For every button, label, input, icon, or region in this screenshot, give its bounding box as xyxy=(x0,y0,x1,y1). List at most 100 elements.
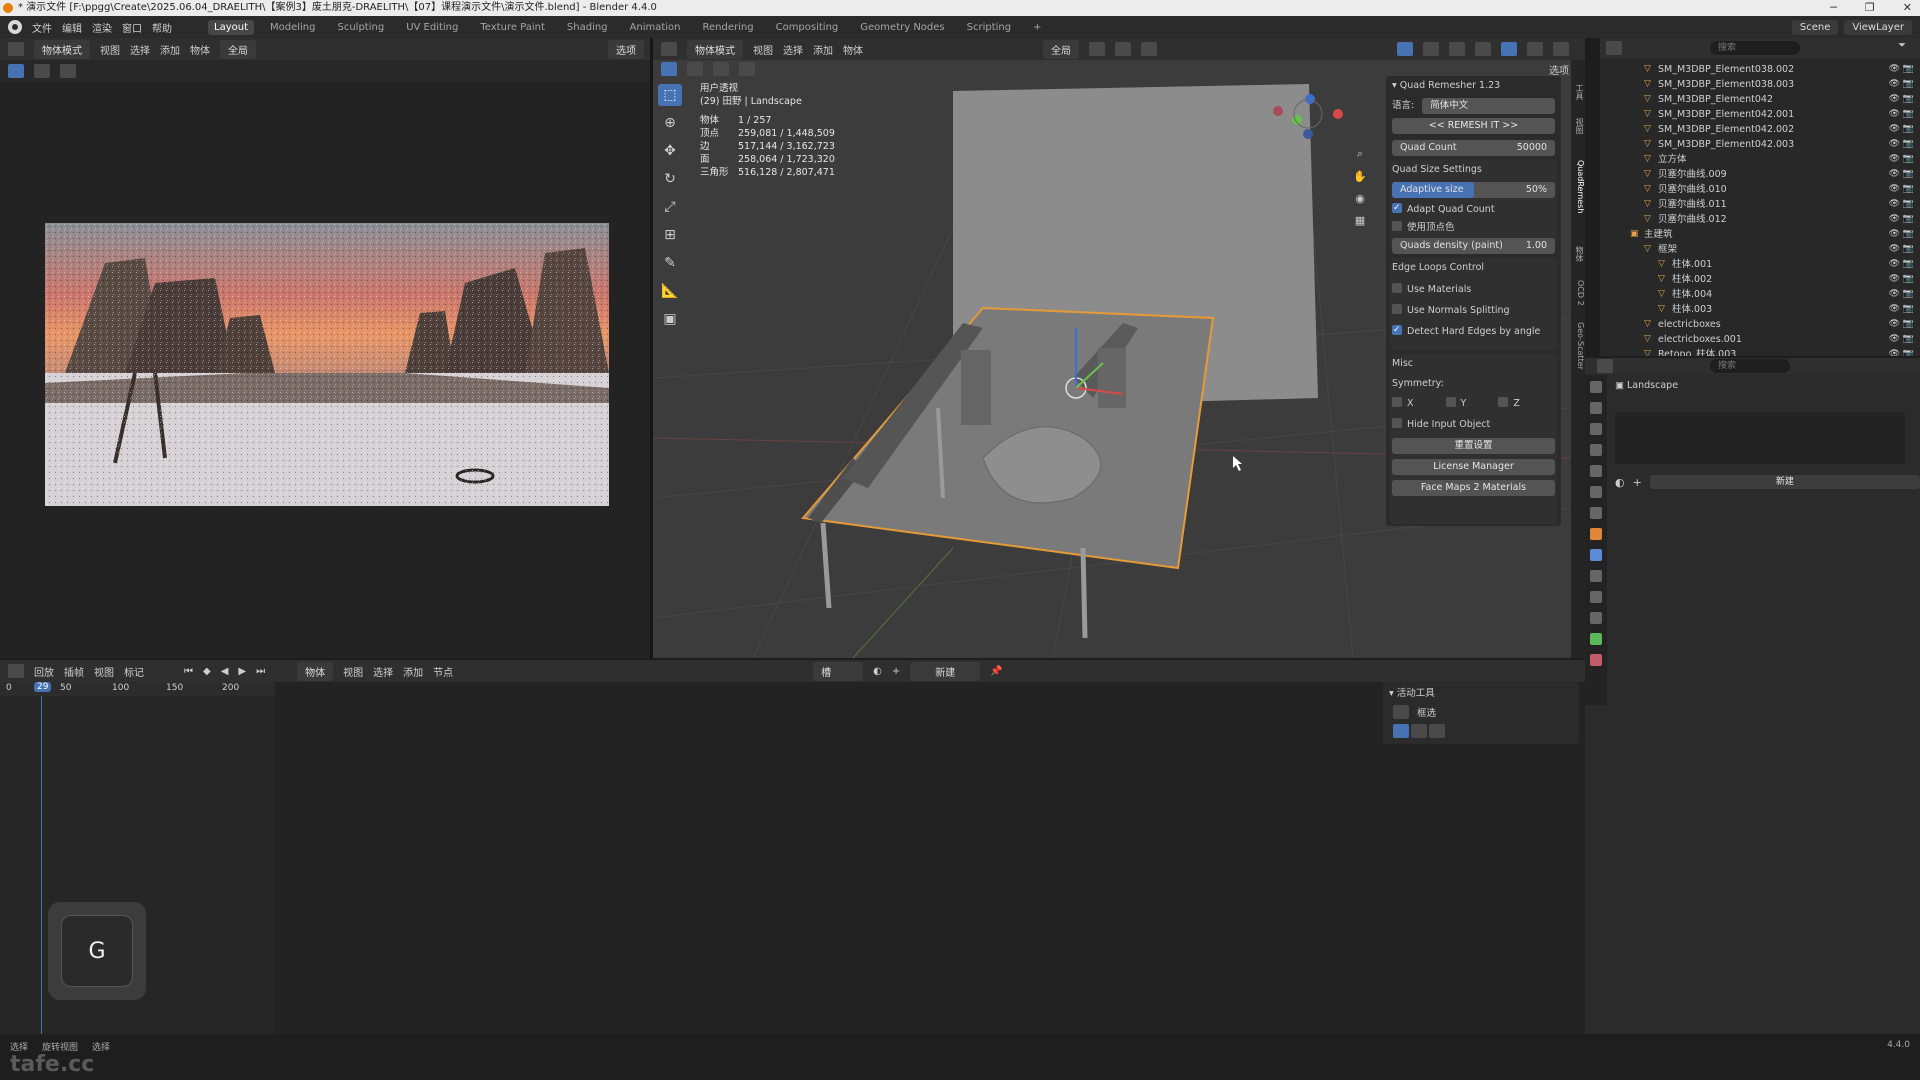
use-vertex-color-checkbox[interactable]: 使用顶点色 xyxy=(1392,220,1555,236)
side-tab-view[interactable]: 视图 xyxy=(1571,118,1585,134)
shader-material-icon[interactable]: ◐ xyxy=(873,666,882,677)
transform-tool-icon[interactable]: ⊞ xyxy=(658,224,682,246)
viewport-options[interactable]: 选项 xyxy=(1549,62,1569,77)
visibility-eye-icon[interactable]: 👁 xyxy=(1889,332,1900,347)
menu-edit[interactable]: 编辑 xyxy=(62,20,82,35)
render-camera-icon[interactable]: 📷 xyxy=(1903,242,1914,257)
left-menu-add[interactable]: 添加 xyxy=(160,42,180,57)
timeline-editor-type-icon[interactable] xyxy=(8,664,24,678)
particles-props-icon[interactable] xyxy=(1590,570,1602,582)
render-camera-icon[interactable]: 📷 xyxy=(1903,287,1914,302)
shader-mode-dropdown[interactable]: 物体 xyxy=(297,661,334,681)
left-options-dropdown[interactable]: 选项 xyxy=(608,39,644,59)
viewport-mode-dropdown[interactable]: 物体模式 xyxy=(687,39,743,59)
reset-settings-button[interactable]: 重置设置 xyxy=(1392,438,1555,454)
tool-props-icon[interactable] xyxy=(1590,381,1602,393)
outliner-item[interactable]: ▽ 框架 👁 📷 xyxy=(1600,242,1920,257)
tab-layout[interactable]: Layout xyxy=(208,19,254,35)
visibility-eye-icon[interactable]: 👁 xyxy=(1889,272,1900,287)
viewport-orientation-dropdown[interactable]: 全局 xyxy=(1043,39,1079,59)
scene-props-icon[interactable] xyxy=(1590,465,1602,477)
outliner-editor-type-icon[interactable] xyxy=(1606,41,1622,55)
render-camera-icon[interactable]: 📷 xyxy=(1903,197,1914,212)
slot-dropdown[interactable]: 槽 xyxy=(813,661,864,681)
shading-wireframe-icon[interactable] xyxy=(1475,42,1491,56)
properties-search-input[interactable]: 搜索 xyxy=(1710,359,1790,373)
move-tool-icon[interactable]: ✥ xyxy=(658,140,682,162)
view-layer-props-icon[interactable] xyxy=(1590,444,1602,456)
visibility-eye-icon[interactable]: 👁 xyxy=(1889,287,1900,302)
current-frame-indicator[interactable]: 29 xyxy=(34,682,52,692)
viewport-menu-add[interactable]: 添加 xyxy=(813,42,833,57)
properties-editor-type-icon[interactable] xyxy=(1597,359,1613,373)
constraints-props-icon[interactable] xyxy=(1590,612,1602,624)
add-workspace-button[interactable]: + xyxy=(1027,20,1047,35)
shader-add-icon[interactable]: + xyxy=(892,666,900,677)
outliner-item[interactable]: ▽ SM_M3DBP_Element038.003 👁 📷 xyxy=(1600,77,1920,92)
snap-icon[interactable] xyxy=(1115,42,1131,56)
pivot-point-icon[interactable] xyxy=(1089,42,1105,56)
add-cube-tool-icon[interactable]: ▣ xyxy=(658,308,682,330)
shader-new-button[interactable]: 新建 xyxy=(910,661,981,681)
material-props-icon[interactable] xyxy=(1590,654,1602,666)
outliner-item[interactable]: ▽ 柱体.001 👁 📷 xyxy=(1600,257,1920,272)
tab-shading[interactable]: Shading xyxy=(561,20,614,35)
menu-render[interactable]: 渲染 xyxy=(92,20,112,35)
left-menu-object[interactable]: 物体 xyxy=(190,42,210,57)
vp-select-subtract-icon[interactable] xyxy=(713,62,729,76)
quad-remesher-header[interactable]: ▾ Quad Remesher 1.23 xyxy=(1392,78,1555,94)
scene-selector[interactable]: Scene xyxy=(1791,19,1839,35)
left-menu-view[interactable]: 视图 xyxy=(100,42,120,57)
render-camera-icon[interactable]: 📷 xyxy=(1903,152,1914,167)
vp-select-extend-icon[interactable] xyxy=(687,62,703,76)
select-mode-extend-icon[interactable] xyxy=(60,64,76,78)
face-maps-button[interactable]: Face Maps 2 Materials xyxy=(1392,480,1555,496)
outliner-item[interactable]: ▽ 立方体 👁 📷 xyxy=(1600,152,1920,167)
outliner-search-input[interactable]: 搜索 xyxy=(1710,41,1800,55)
shader-menu-node[interactable]: 节点 xyxy=(433,664,453,679)
proportional-edit-icon[interactable] xyxy=(1141,42,1157,56)
render-camera-icon[interactable]: 📷 xyxy=(1903,227,1914,242)
visibility-eye-icon[interactable]: 👁 xyxy=(1889,62,1900,77)
select-tool-icon[interactable]: ⬚ xyxy=(658,84,682,106)
tab-sculpting[interactable]: Sculpting xyxy=(332,20,391,35)
adapt-quad-count-checkbox[interactable]: Adapt Quad Count xyxy=(1392,200,1555,218)
outliner-item[interactable]: ▽ 柱体.004 👁 📷 xyxy=(1600,287,1920,302)
visibility-eye-icon[interactable]: 👁 xyxy=(1889,227,1900,242)
menu-file[interactable]: 文件 xyxy=(32,20,52,35)
overlay-toggle-icon[interactable] xyxy=(1423,42,1439,56)
timeline-menu-view[interactable]: 视图 xyxy=(94,664,114,679)
play-reverse-icon[interactable]: ◀ xyxy=(221,666,229,677)
side-tab-tool[interactable]: 工具 xyxy=(1571,84,1585,100)
outliner-item[interactable]: ▽ SM_M3DBP_Element042 👁 📷 xyxy=(1600,92,1920,107)
vp-select-box-icon[interactable] xyxy=(661,62,677,76)
visibility-eye-icon[interactable]: 👁 xyxy=(1889,317,1900,332)
render-camera-icon[interactable]: 📷 xyxy=(1903,182,1914,197)
ortho-grid-icon[interactable]: ▦ xyxy=(1352,212,1368,228)
outliner-item[interactable]: ▽ SM_M3DBP_Element042.002 👁 📷 xyxy=(1600,122,1920,137)
adaptive-size-slider[interactable]: Adaptive size 50% xyxy=(1392,182,1555,198)
timeline-menu-keying[interactable]: 插帧 xyxy=(64,664,84,679)
visibility-eye-icon[interactable]: 👁 xyxy=(1889,152,1900,167)
tab-scripting[interactable]: Scripting xyxy=(961,20,1017,35)
render-props-icon[interactable] xyxy=(1590,402,1602,414)
timeline-menu-playback[interactable]: 回放 xyxy=(34,664,54,679)
menu-window[interactable]: 窗口 xyxy=(122,20,142,35)
quads-density-field[interactable]: Quads density (paint) 1.00 xyxy=(1392,238,1555,254)
prev-key-icon[interactable]: ◆ xyxy=(203,666,211,677)
visibility-eye-icon[interactable]: 👁 xyxy=(1889,197,1900,212)
outliner-item[interactable]: ▽ 柱体.003 👁 📷 xyxy=(1600,302,1920,317)
tab-rendering[interactable]: Rendering xyxy=(697,20,760,35)
render-camera-icon[interactable]: 📷 xyxy=(1903,317,1914,332)
tab-uv-editing[interactable]: UV Editing xyxy=(400,20,464,35)
hide-input-checkbox[interactable]: Hide Input Object xyxy=(1392,417,1555,433)
data-props-icon[interactable] xyxy=(1590,633,1602,645)
tab-texture-paint[interactable]: Texture Paint xyxy=(474,20,551,35)
render-camera-icon[interactable]: 📷 xyxy=(1903,92,1914,107)
visibility-eye-icon[interactable]: 👁 xyxy=(1889,137,1900,152)
cursor-tool-icon[interactable]: ⊕ xyxy=(658,112,682,134)
viewport-menu-select[interactable]: 选择 xyxy=(783,42,803,57)
outliner-item[interactable]: ▽ SM_M3DBP_Element042.003 👁 📷 xyxy=(1600,137,1920,152)
object-props-icon[interactable] xyxy=(1590,528,1602,540)
outliner-item[interactable]: ▽ SM_M3DBP_Element042.001 👁 📷 xyxy=(1600,107,1920,122)
